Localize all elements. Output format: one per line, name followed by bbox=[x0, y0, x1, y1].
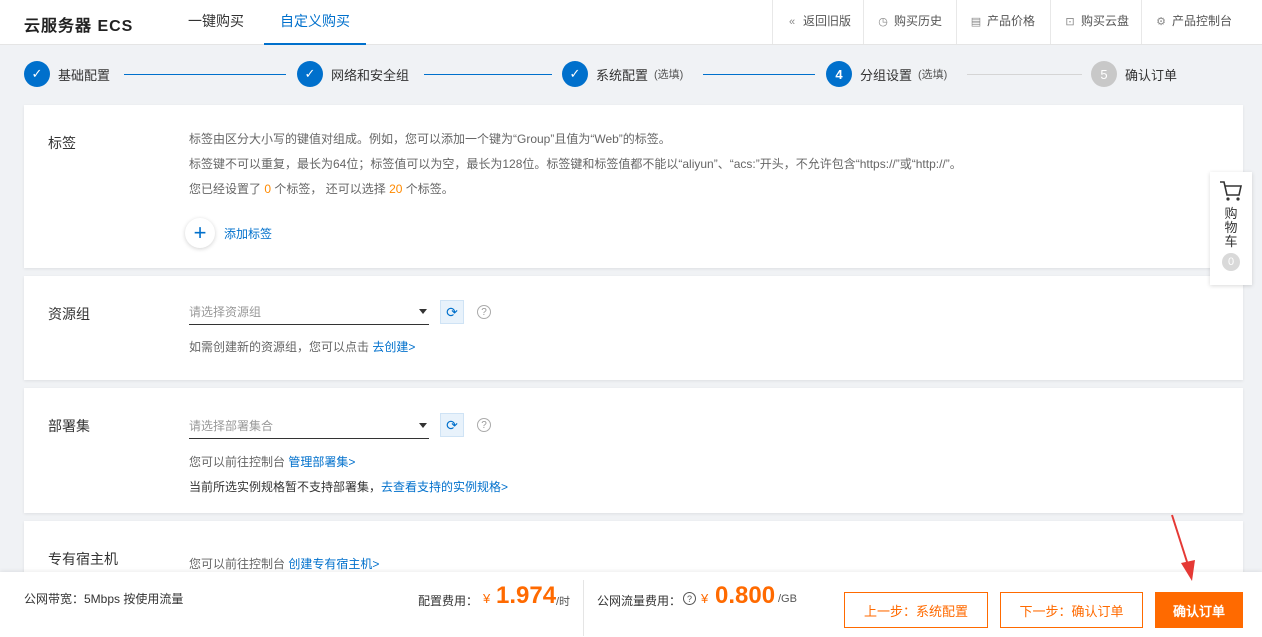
config-fee-unit: /时 bbox=[556, 596, 571, 608]
step-network-security[interactable]: ✓ 网络和安全组 bbox=[297, 61, 409, 87]
config-fee-amount: 1.974 bbox=[496, 582, 557, 609]
step-group-settings[interactable]: 4 分组设置 (选填) bbox=[826, 61, 947, 87]
tags-desc-2: 标签键不可以重复，最长为64位；标签值可以为空，最长为128位。标签键和标签值都… bbox=[189, 157, 962, 171]
step-number: 5 bbox=[1091, 61, 1117, 87]
manage-deployment-set-link[interactable]: 管理部署集> bbox=[288, 455, 355, 469]
add-tag-button[interactable]: + 添加标签 bbox=[185, 218, 272, 248]
traffic-fee-amount: 0.800 bbox=[715, 582, 776, 609]
caret-down-icon bbox=[419, 423, 427, 428]
caret-down-icon bbox=[419, 309, 427, 314]
next-step-button[interactable]: 下一步：确认订单 bbox=[1000, 592, 1143, 628]
config-currency: ¥ bbox=[483, 591, 491, 606]
deployment-set-label: 部署集 bbox=[48, 418, 90, 434]
confirm-order-button[interactable]: 确认订单 bbox=[1155, 592, 1243, 628]
tags-panel: 标签 标签由区分大小写的键值对组成。例如，您可以添加一个键为“Group”且值为… bbox=[24, 105, 1243, 268]
help-icon[interactable]: ? bbox=[477, 305, 491, 319]
gear-icon: ⚙ bbox=[1156, 16, 1166, 28]
check-icon: ✓ bbox=[24, 61, 50, 87]
top-header: 云服务器 ECS 一键购买 自定义购买 «返回旧版 ◷ 购买历史 ▤ 产品价格 ⊡ 购… bbox=[0, 0, 1262, 45]
prev-step-button[interactable]: 上一步：系统配置 bbox=[844, 592, 988, 628]
step-progress: ✓ 基础配置 ✓ 网络和安全组 ✓ 系统配置 (选填) 4 分组设置 (选填) … bbox=[0, 46, 1262, 102]
help-icon[interactable]: ? bbox=[683, 592, 696, 605]
shopping-cart-widget[interactable]: 购物车 0 bbox=[1210, 172, 1252, 285]
disk-icon: ⊡ bbox=[1065, 16, 1075, 28]
clock-icon: ◷ bbox=[878, 16, 888, 28]
refresh-icon[interactable]: ⟳ bbox=[440, 300, 464, 324]
step-connector bbox=[424, 74, 552, 75]
view-supported-specs-link[interactable]: 去查看支持的实例规格> bbox=[381, 480, 508, 494]
order-footer: 公网带宽：5Mbps 按使用流量 配置费用： ¥ 1.974 /时 公网流量费用… bbox=[0, 572, 1262, 637]
annotation-arrow-icon bbox=[1171, 514, 1195, 581]
double-left-icon: « bbox=[788, 16, 796, 28]
nav-purchase-history[interactable]: ◷ 购买历史 bbox=[863, 0, 956, 44]
nav-buy-cloud-disk[interactable]: ⊡ 购买云盘 bbox=[1050, 0, 1141, 44]
step-basic-config[interactable]: ✓ 基础配置 bbox=[24, 61, 110, 87]
nav-product-console[interactable]: ⚙ 产品控制台 bbox=[1141, 0, 1262, 44]
step-connector bbox=[967, 74, 1082, 75]
step-system-config[interactable]: ✓ 系统配置 (选填) bbox=[562, 61, 683, 87]
create-dedicated-host-link[interactable]: 创建专有宿主机> bbox=[288, 557, 379, 571]
step-confirm-order[interactable]: 5 确认订单 bbox=[1091, 61, 1177, 87]
dedicated-host-hint: 您可以前往控制台 创建专有宿主机> bbox=[189, 557, 380, 571]
footer-divider bbox=[583, 580, 584, 636]
dedicated-host-label: 专有宿主机 bbox=[48, 551, 118, 567]
nav-back-old-version[interactable]: «返回旧版 bbox=[772, 0, 863, 44]
tags-count-text: 您已经设置了 0 个标签， 还可以选择 20 个标签。 bbox=[189, 182, 454, 196]
deployment-set-hint-2: 当前所选实例规格暂不支持部署集，去查看支持的实例规格> bbox=[189, 480, 509, 494]
bandwidth-info: 公网带宽：5Mbps 按使用流量 bbox=[24, 592, 184, 606]
step-connector bbox=[124, 74, 286, 75]
tags-desc-1: 标签由区分大小写的键值对组成。例如，您可以添加一个键为“Group”且值为“We… bbox=[189, 132, 671, 146]
check-icon: ✓ bbox=[562, 61, 588, 87]
resource-group-label: 资源组 bbox=[48, 306, 90, 322]
tab-custom-buy[interactable]: 自定义购买 bbox=[264, 0, 366, 45]
deployment-set-panel: 部署集 请选择部署集合 ⟳ ? 您可以前往控制台 管理部署集> 当前所选实例规格… bbox=[24, 388, 1243, 513]
resource-group-select[interactable]: 请选择资源组 bbox=[189, 299, 429, 325]
list-icon: ▤ bbox=[970, 16, 982, 28]
nav-product-price[interactable]: ▤ 产品价格 bbox=[956, 0, 1050, 44]
deployment-set-hint-1: 您可以前往控制台 管理部署集> bbox=[189, 455, 356, 469]
brand-title: 云服务器 ECS bbox=[24, 18, 134, 35]
tab-one-click-buy[interactable]: 一键购买 bbox=[188, 0, 244, 45]
tags-label: 标签 bbox=[48, 135, 76, 151]
cart-count-badge: 0 bbox=[1222, 253, 1240, 271]
traffic-fee-unit: /GB bbox=[778, 593, 797, 605]
traffic-fee-label: 公网流量费用： bbox=[597, 594, 682, 608]
cart-label: 购物车 bbox=[1224, 206, 1238, 249]
config-fee-label: 配置费用： bbox=[418, 594, 479, 608]
plus-icon: + bbox=[185, 218, 215, 248]
check-icon: ✓ bbox=[297, 61, 323, 87]
step-number: 4 bbox=[826, 61, 852, 87]
resource-group-hint: 如需创建新的资源组，您可以点击 去创建> bbox=[189, 340, 416, 354]
cart-icon bbox=[1210, 180, 1252, 205]
refresh-icon[interactable]: ⟳ bbox=[440, 413, 464, 437]
create-resource-group-link[interactable]: 去创建> bbox=[372, 340, 415, 354]
resource-group-panel: 资源组 请选择资源组 ⟳ ? 如需创建新的资源组，您可以点击 去创建> bbox=[24, 276, 1243, 380]
deployment-set-select[interactable]: 请选择部署集合 bbox=[189, 413, 429, 439]
help-icon[interactable]: ? bbox=[477, 418, 491, 432]
traffic-currency: ¥ bbox=[701, 591, 709, 606]
step-connector bbox=[703, 74, 815, 75]
